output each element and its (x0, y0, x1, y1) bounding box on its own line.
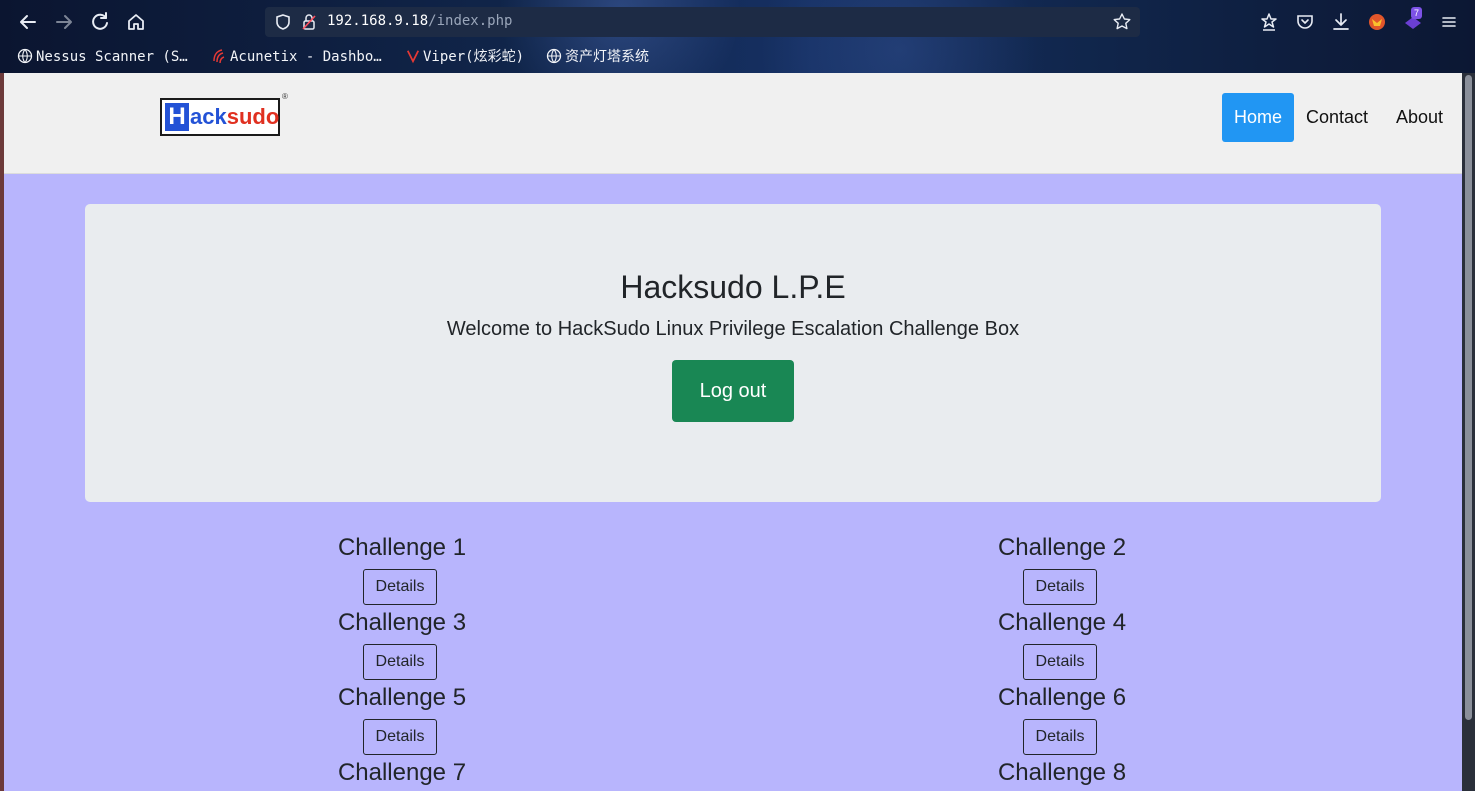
globe-icon (17, 48, 33, 64)
logout-button[interactable]: Log out (672, 360, 794, 422)
nav-home[interactable]: Home (1221, 93, 1294, 142)
url-text[interactable]: 192.168.9.18/index.php (327, 13, 512, 29)
challenge-title: Challenge 5 (337, 684, 467, 711)
bookmark-label: Nessus Scanner (S… (36, 49, 188, 65)
challenge-title: Challenge 7 (337, 759, 467, 786)
download-icon[interactable] (1330, 11, 1352, 33)
url-path: /index.php (428, 13, 513, 29)
tracking-shield-icon[interactable] (274, 13, 292, 31)
forward-icon[interactable] (51, 9, 77, 35)
challenge-card: Challenge 4 Details (912, 607, 1212, 680)
bookmark-label: 资产灯塔系统 (565, 49, 649, 65)
back-icon[interactable] (15, 9, 41, 35)
bookmark-nessus[interactable]: Nessus Scanner (S… (17, 47, 188, 67)
logo-text: acksudo (190, 103, 279, 131)
details-button[interactable]: Details (363, 569, 437, 605)
challenge-card: Challenge 1 Details (252, 532, 552, 605)
bookmark-star-icon[interactable] (1112, 12, 1132, 32)
logo-registered: ® (282, 92, 288, 101)
details-button[interactable]: Details (363, 719, 437, 755)
bookmarks-bar: Nessus Scanner (S… Acunetix - Dashbo… Vi… (0, 45, 900, 69)
logo-h: H (165, 103, 189, 131)
challenge-card: Challenge 8 (912, 757, 1212, 789)
bookmark-viper[interactable]: Viper(炫彩蛇) (406, 47, 524, 67)
challenge-title: Challenge 4 (997, 609, 1127, 636)
hero-panel: Hacksudo L.P.E Welcome to HackSudo Linux… (85, 204, 1381, 502)
challenge-card: Challenge 6 Details (912, 682, 1212, 755)
site-header: H acksudo ® Home Contact About (4, 73, 1462, 174)
logo-sudo: sudo (226, 104, 280, 129)
challenge-title: Challenge 1 (337, 534, 467, 561)
challenge-card: Challenge 5 Details (252, 682, 552, 755)
hacksudo-logo[interactable]: H acksudo ® (160, 92, 288, 136)
browser-toolbar: 192.168.9.18/index.php 7 Nessus Scanner … (0, 0, 1475, 73)
insecure-lock-icon[interactable] (301, 13, 317, 31)
bookmark-label: Acunetix - Dashbo… (230, 49, 382, 65)
menu-hamburger-icon[interactable] (1438, 11, 1460, 33)
globe-icon (546, 48, 562, 64)
page-viewport: H acksudo ® Home Contact About Hacksudo … (4, 73, 1462, 791)
url-host: 192.168.9.18 (327, 13, 429, 29)
viper-icon (406, 50, 420, 64)
nav-contact[interactable]: Contact (1294, 93, 1380, 142)
pocket-icon[interactable] (1294, 11, 1316, 33)
challenge-title: Challenge 6 (997, 684, 1127, 711)
bookmark-acunetix[interactable]: Acunetix - Dashbo… (211, 47, 382, 67)
nav-about[interactable]: About (1384, 93, 1455, 142)
acunetix-icon (213, 49, 225, 64)
bookmark-asset-lighthouse[interactable]: 资产灯塔系统 (546, 47, 649, 67)
firefox-view-icon[interactable] (1258, 11, 1280, 33)
details-button[interactable]: Details (363, 644, 437, 680)
challenge-title: Challenge 8 (997, 759, 1127, 786)
challenge-title: Challenge 3 (337, 609, 467, 636)
details-button[interactable]: Details (1023, 719, 1097, 755)
details-button[interactable]: Details (1023, 644, 1097, 680)
challenge-card: Challenge 7 (252, 757, 552, 789)
hero-title: Hacksudo L.P.E (620, 269, 846, 305)
home-icon[interactable] (123, 9, 149, 35)
foxyproxy-icon[interactable] (1366, 11, 1388, 33)
extension-badge: 7 (1411, 7, 1423, 19)
challenge-title: Challenge 2 (997, 534, 1127, 561)
page-scrollbar[interactable] (1462, 73, 1475, 791)
bookmark-label: Viper(炫彩蛇) (423, 49, 525, 65)
reload-icon[interactable] (87, 9, 113, 35)
hero-subtitle: Welcome to HackSudo Linux Privilege Esca… (446, 318, 1020, 340)
challenge-card: Challenge 2 Details (912, 532, 1212, 605)
details-button[interactable]: Details (1023, 569, 1097, 605)
challenge-card: Challenge 3 Details (252, 607, 552, 680)
scrollbar-thumb[interactable] (1465, 75, 1472, 720)
extension-icon[interactable]: 7 (1402, 7, 1424, 33)
address-bar[interactable]: 192.168.9.18/index.php (265, 7, 1140, 37)
logo-ack: ack (190, 104, 227, 129)
